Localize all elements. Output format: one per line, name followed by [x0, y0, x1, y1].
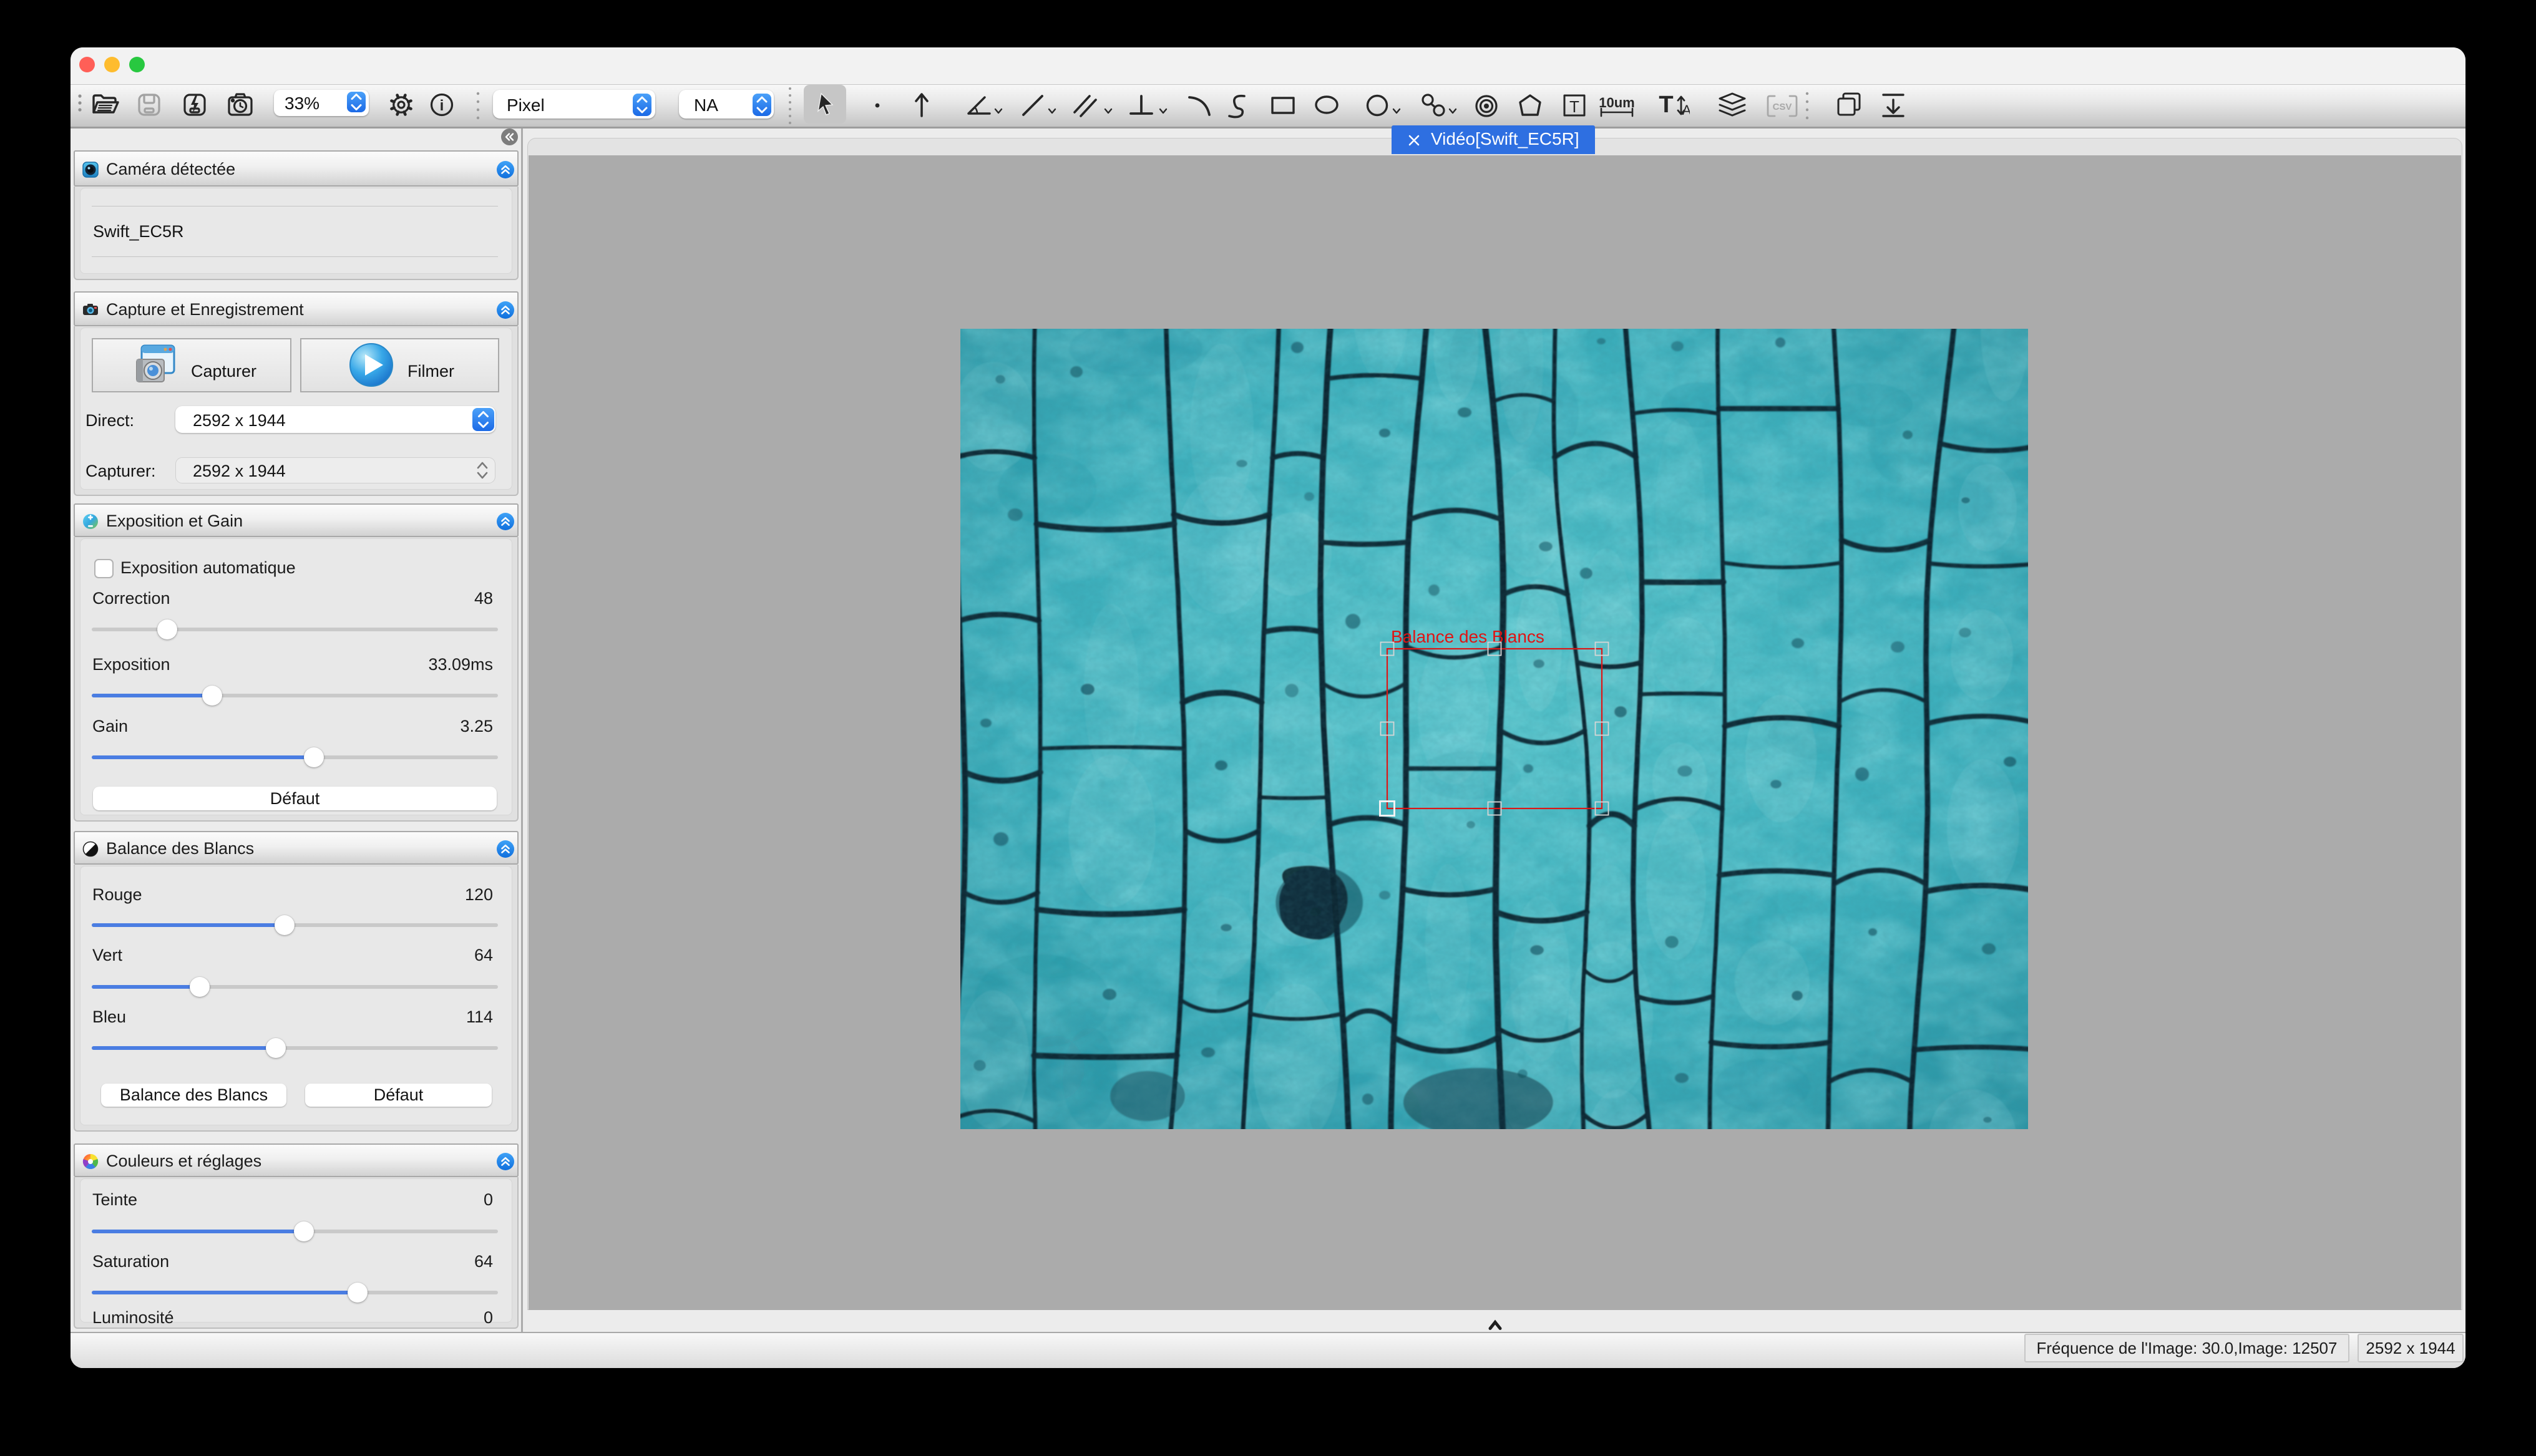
svg-text:T: T	[1569, 97, 1579, 116]
svg-text:A: A	[1682, 102, 1690, 118]
svg-text:10um: 10um	[1599, 95, 1634, 110]
svg-text:Balance des Blancs: Balance des Blancs	[1391, 627, 1544, 646]
svg-text:CSV: CSV	[1773, 102, 1792, 112]
svg-text:i: i	[440, 97, 444, 114]
svg-text:T: T	[1659, 92, 1673, 118]
